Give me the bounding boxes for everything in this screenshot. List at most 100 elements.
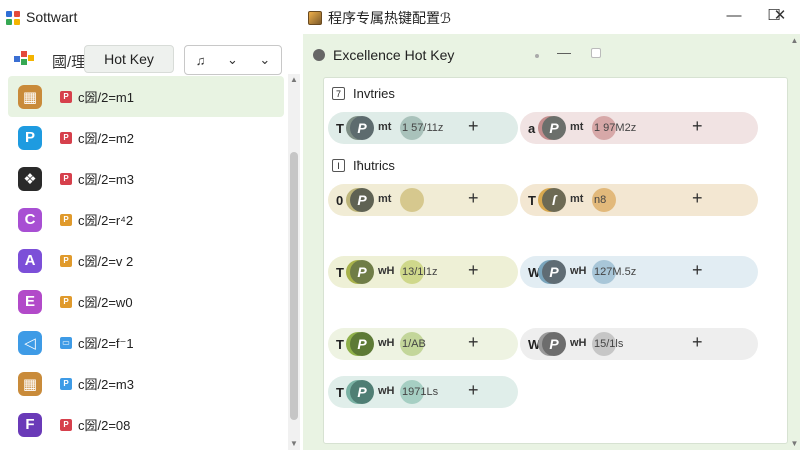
bell-dropdown[interactable]: ♫ ⌄ ⌄ [184, 45, 282, 75]
hotkey-chip[interactable]: T PwH 1/AB + [328, 328, 518, 360]
app-list-item-label: c圀/2=f⁻1 [78, 336, 134, 351]
add-hotkey-button[interactable]: + [692, 332, 703, 353]
program-circle-icon: P [350, 116, 374, 140]
window-center-title: 程序专属热键配置ℬ [308, 8, 451, 28]
hotkey-panel-header: Excellence Hot Key [313, 44, 454, 66]
center-title-text: 程序专属热键配置ℬ [328, 10, 452, 26]
app-icon: F [18, 412, 42, 437]
hotkey-combo-label: 1971Ls [402, 386, 439, 398]
program-badge-icon: P [60, 377, 72, 390]
app-list-item[interactable]: C Pc圀/2=r⁴2 [8, 199, 284, 240]
hotkey-combo-label: 13/1l1z [402, 266, 438, 278]
section-icon: I [332, 159, 345, 172]
hotkey-chip[interactable]: 0 Pmt + [328, 184, 518, 216]
panel-minimize-button[interactable]: — [557, 44, 571, 60]
hotkey-combo-label: 15/1ls [594, 338, 624, 350]
app-list-panel: 國/理 Hot Key ♫ ⌄ ⌄ ▦ Pc圀/2=m1 P Pc圀/2=m2 ❖ Pc圀… [0, 34, 300, 450]
program-circle-icon: P [542, 332, 566, 356]
hotkey-chip[interactable]: W PwH 127M.5z + [520, 256, 758, 288]
hotkey-combo-label: 1 57/11z [402, 122, 444, 134]
app-list-item[interactable]: F Pc圀/2=08 [8, 404, 284, 445]
shield-icon [313, 49, 325, 61]
program-badge-icon: P [60, 131, 72, 144]
program-circle-icon: ſ [542, 188, 566, 212]
hotkey-modifier-label: wH [570, 265, 587, 277]
title-bar: Sottwart 程序专属热键配置ℬ — ☐ ✕ [0, 0, 800, 34]
hotkey-chip[interactable]: Tſ mt n8 + [520, 184, 758, 216]
bell-icon: ♫ [195, 52, 206, 68]
program-badge-icon: P [60, 213, 72, 226]
app-list-item[interactable]: ▦ Pc圀/2=m1 [8, 76, 284, 117]
program-circle-icon: P [542, 260, 566, 284]
program-badge-icon: P [60, 90, 72, 103]
scroll-down-icon[interactable]: ▼ [288, 438, 300, 450]
key-circle-icon [400, 188, 424, 212]
program-badge-icon: P [60, 172, 72, 185]
section-icon: 7 [332, 87, 345, 100]
hotkey-combo-label: 1/AB [402, 338, 426, 350]
hotkey-modifier-label: mt [378, 193, 392, 205]
hotkey-card: 7 Invtries I Iħutrics T Pmt 1 57/11z + a Pmt 1… [323, 77, 788, 444]
hotkey-combo-label: 1 97M2z [594, 122, 637, 134]
hotkey-chip[interactable]: a Pmt 1 97M2z + [520, 112, 758, 144]
hotkey-chip[interactable]: T PwH 1971Ls + [328, 376, 518, 408]
hotkey-chip[interactable]: T Pmt 1 57/11z + [328, 112, 518, 144]
hotkey-chip[interactable]: T PwH 13/1l1z + [328, 256, 518, 288]
hotkey-panel: Excellence Hot Key — 7 Invtries I Iħutri… [303, 34, 800, 450]
app-icon: ▦ [18, 371, 42, 396]
add-hotkey-button[interactable]: + [692, 116, 703, 137]
right-scrollbar[interactable]: ▲ ▼ [789, 34, 800, 450]
app-list: ▦ Pc圀/2=m1 P Pc圀/2=m2 ❖ Pc圀/2=m3 C Pc圀/2=r⁴2 A Pc… [8, 76, 284, 445]
app-list-item[interactable]: A Pc圀/2=v 2 [8, 240, 284, 281]
hotkey-chip[interactable]: W PwH 15/1ls + [520, 328, 758, 360]
app-title: Sottwart [26, 9, 78, 25]
left-scrollbar[interactable]: ▲ ▼ [288, 74, 300, 450]
app-list-item[interactable]: P Pc圀/2=m2 [8, 117, 284, 158]
add-hotkey-button[interactable]: + [692, 188, 703, 209]
add-hotkey-button[interactable]: + [468, 380, 479, 401]
program-badge-icon: P [60, 254, 72, 267]
add-hotkey-button[interactable]: + [468, 260, 479, 281]
hotkey-modifier-label: wH [378, 385, 395, 397]
dot-icon [535, 54, 539, 58]
program-circle-icon: P [350, 260, 374, 284]
section-inventories: 7 Invtries [332, 86, 395, 101]
scroll-up-icon[interactable]: ▲ [288, 74, 300, 86]
hotkey-modifier-label: wH [570, 337, 587, 349]
app-list-item-label: c圀/2=r⁴2 [78, 213, 134, 228]
hotkey-modifier-label: mt [570, 193, 584, 205]
program-badge-icon: ▭ [60, 336, 72, 349]
add-hotkey-button[interactable]: + [468, 332, 479, 353]
app-icon: ◁ [18, 330, 42, 355]
chevron-down-icon: ⌄ [259, 52, 271, 67]
add-hotkey-button[interactable]: + [468, 116, 479, 137]
left-header-label: 國/理 [52, 54, 87, 71]
panel-maximize-button[interactable] [591, 48, 601, 58]
hotkey-modifier-label: mt [570, 121, 584, 133]
scroll-thumb[interactable] [290, 152, 298, 420]
program-circle-icon: P [542, 116, 566, 140]
section-metrics: I Iħutrics [332, 158, 395, 173]
apps-grid-icon [14, 51, 36, 67]
left-toolbar: 國/理 Hot Key ♫ ⌄ ⌄ [8, 40, 298, 76]
add-hotkey-button[interactable]: + [468, 188, 479, 209]
app-list-item[interactable]: ◁ ▭ c圀/2=f⁻1 [8, 322, 284, 363]
close-button[interactable]: ✕ [760, 0, 800, 30]
hotkey-combo-label: n8 [594, 194, 607, 206]
program-badge-icon: P [60, 418, 72, 431]
app-list-item[interactable]: E Pc圀/2=w0 [8, 281, 284, 322]
scroll-down-icon[interactable]: ▼ [789, 439, 800, 448]
app-list-item-label: c圀/2=m3 [78, 172, 134, 187]
section-title: Invtries [353, 86, 395, 101]
app-list-item[interactable]: ❖ Pc圀/2=m3 [8, 158, 284, 199]
chevron-down-icon: ⌄ [226, 52, 238, 67]
add-hotkey-button[interactable]: + [692, 260, 703, 281]
hotkey-tab[interactable]: Hot Key [84, 45, 174, 73]
app-icon: C [18, 207, 42, 232]
section-title: Iħutrics [353, 158, 395, 173]
app-list-item[interactable]: ▦ Pc圀/2=m3 [8, 363, 284, 404]
app-icon: ❖ [18, 166, 42, 191]
program-circle-icon: P [350, 188, 374, 212]
scroll-up-icon[interactable]: ▲ [789, 36, 800, 45]
app-icon: E [18, 289, 42, 314]
